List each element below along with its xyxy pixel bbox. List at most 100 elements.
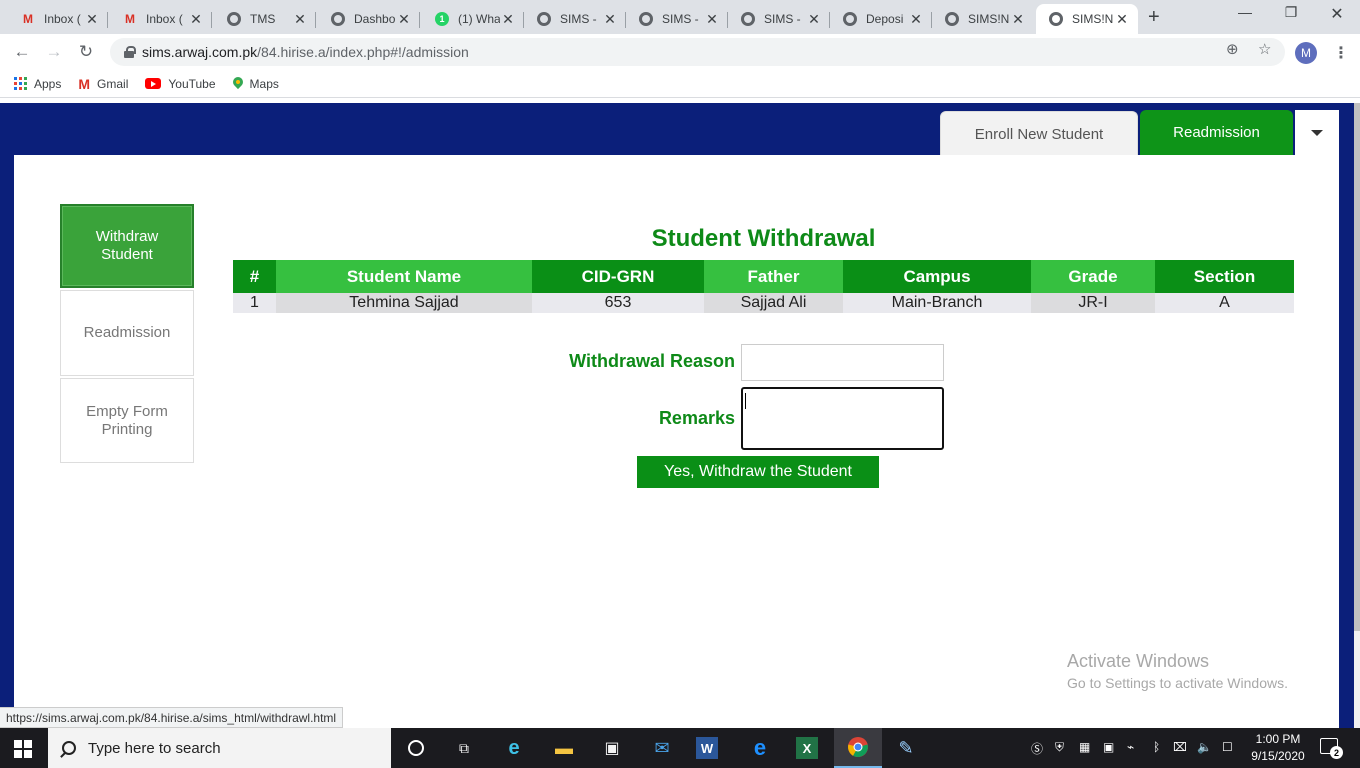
paint-icon[interactable]: ✎ [892, 734, 920, 762]
browser-tab[interactable]: SIMS - ✕ [728, 4, 830, 34]
chrome-icon[interactable] [834, 728, 882, 768]
bookmark-apps[interactable]: Apps [14, 77, 61, 91]
close-icon[interactable]: ✕ [396, 11, 412, 28]
column-header: Grade [1031, 260, 1155, 293]
apps-grid-icon [14, 77, 27, 90]
close-icon[interactable]: ✕ [602, 11, 618, 28]
bookmark-label: YouTube [168, 76, 216, 91]
mail-icon[interactable]: ✉ [648, 734, 676, 762]
reload-icon[interactable]: ↻ [76, 42, 96, 62]
browser-tab[interactable]: 1 (1) Wha ✕ [422, 4, 524, 34]
browser-tab-active[interactable]: SIMS!N ✕ [1036, 4, 1138, 34]
network-app-icon[interactable]: ▦ [1079, 740, 1090, 754]
bluetooth-icon[interactable]: ᛒ [1153, 740, 1160, 754]
input-method-icon[interactable]: ☐ [1222, 740, 1233, 754]
menu-dots-icon[interactable]: ⋮ [1333, 43, 1349, 63]
withdraw-student-button[interactable]: Yes, Withdraw the Student [637, 456, 879, 488]
link-status-bar: https://sims.arwaj.com.pk/84.hirise.a/si… [0, 707, 344, 728]
bookmark-star-icon[interactable]: ☆ [1258, 40, 1271, 58]
globe-icon [944, 11, 960, 27]
browser-tab[interactable]: SIMS - ✕ [524, 4, 626, 34]
close-icon[interactable]: ✕ [806, 11, 822, 28]
close-icon[interactable]: ✕ [908, 11, 924, 28]
close-icon[interactable]: ✕ [1114, 11, 1130, 28]
power-icon[interactable]: ⌧ [1173, 740, 1187, 754]
file-explorer-icon[interactable]: ▬ [550, 734, 578, 762]
globe-icon [536, 11, 552, 27]
remarks-textarea[interactable] [741, 387, 944, 450]
wifi-off-icon[interactable]: ⌁ [1127, 740, 1134, 754]
page-scrollbar[interactable] [1354, 103, 1360, 728]
browser-tab[interactable]: SIMS!N ✕ [932, 4, 1034, 34]
forward-arrow-icon[interactable]: → [44, 42, 64, 62]
globe-icon [1048, 11, 1064, 27]
taskbar-search-box[interactable]: Type here to search [48, 728, 391, 768]
close-icon[interactable]: ✕ [1010, 11, 1026, 28]
tab-title: SIMS!N [1072, 12, 1114, 26]
zoom-icon[interactable]: ⊕ [1226, 40, 1239, 58]
address-bar[interactable]: sims.arwaj.com.pk/84.hirise.a/index.php#… [110, 38, 1285, 66]
withdrawal-reason-label: Withdrawal Reason [569, 351, 735, 371]
ie-icon[interactable]: e [746, 734, 774, 762]
globe-icon [330, 11, 346, 27]
windows-start-icon[interactable] [14, 740, 32, 758]
browser-tab[interactable]: M Inbox ( ✕ [8, 4, 108, 34]
notification-count-badge: 2 [1330, 746, 1343, 759]
bookmark-youtube[interactable]: YouTube [145, 76, 216, 91]
close-icon[interactable]: ✕ [704, 11, 720, 28]
new-tab-plus-icon[interactable]: + [1148, 6, 1160, 29]
tab-readmission[interactable]: Readmission [1140, 110, 1293, 155]
close-icon[interactable]: ✕ [292, 11, 308, 28]
gmail-icon: M [78, 75, 91, 92]
bookmark-gmail[interactable]: M Gmail [78, 76, 128, 92]
table-cell: 653 [532, 293, 704, 313]
sidebar-item-readmission[interactable]: Readmission [60, 290, 194, 376]
sidebar-item-empty-form-printing[interactable]: Empty Form Printing [60, 378, 194, 463]
lock-icon[interactable] [124, 46, 136, 58]
display-icon[interactable]: ▣ [1103, 740, 1114, 754]
scrollbar-thumb[interactable] [1354, 103, 1360, 631]
volume-icon[interactable]: 🔈 [1197, 740, 1212, 754]
sidebar-item-label: Withdraw Student [95, 228, 159, 263]
table-header-row: # Student Name CID-GRN Father Campus Gra… [233, 260, 1294, 293]
withdrawal-reason-input[interactable] [741, 344, 944, 381]
taskbar-clock[interactable]: 1:00 PM 9/15/2020 [1245, 731, 1311, 765]
store-icon[interactable]: ▣ [598, 734, 626, 762]
profile-avatar[interactable]: M [1295, 42, 1317, 64]
gmail-icon: M [125, 12, 135, 26]
close-icon[interactable]: ✕ [84, 11, 100, 28]
skype-icon[interactable]: Ⓢ [1031, 740, 1043, 757]
clock-time: 1:00 PM [1255, 732, 1301, 746]
cortana-icon[interactable] [402, 734, 430, 762]
security-shield-icon[interactable]: ⛨ [1055, 740, 1064, 755]
restore-icon[interactable]: ❐ [1281, 4, 1301, 21]
search-placeholder: Type here to search [88, 739, 221, 757]
window-close-icon[interactable]: ✕ [1327, 4, 1347, 24]
close-icon[interactable]: ✕ [188, 11, 204, 28]
close-icon[interactable]: ✕ [500, 11, 516, 28]
bookmarks-bar: Apps M Gmail YouTube Maps [0, 70, 1360, 98]
excel-icon[interactable]: X [796, 737, 818, 759]
edge-icon[interactable]: e [500, 734, 528, 762]
whatsapp-icon: 1 [434, 11, 450, 27]
table-cell: JR-I [1031, 293, 1155, 313]
word-icon[interactable]: W [696, 737, 718, 759]
sidebar-item-withdraw-student[interactable]: Withdraw Student [60, 204, 194, 288]
back-arrow-icon[interactable]: ← [12, 42, 32, 62]
tab-title: Deposi [866, 12, 904, 26]
notification-center-icon[interactable]: 2 [1320, 738, 1343, 759]
windows-taskbar: Type here to search ⧉ e ▬ ▣ ✉ W e X ✎ Ⓢ … [0, 728, 1360, 768]
table-row[interactable]: 1 Tehmina Sajjad 653 Sajjad Ali Main-Bra… [233, 293, 1294, 313]
clock-date: 9/15/2020 [1251, 749, 1305, 763]
browser-tab[interactable]: SIMS - ✕ [626, 4, 728, 34]
minimize-icon[interactable]: — [1235, 4, 1255, 20]
bookmark-maps[interactable]: Maps [233, 77, 279, 91]
browser-tab[interactable]: TMS ✕ [214, 4, 316, 34]
tab-enroll-new-student[interactable]: Enroll New Student [940, 111, 1138, 156]
browser-tab[interactable]: Dashbo ✕ [318, 4, 420, 34]
browser-tab[interactable]: Deposi ✕ [830, 4, 932, 34]
browser-tab[interactable]: M Inbox ( ✕ [110, 4, 212, 34]
tab-dropdown-button[interactable] [1295, 110, 1339, 156]
tab-title: (1) Wha [458, 12, 500, 26]
task-view-icon[interactable]: ⧉ [450, 734, 478, 762]
